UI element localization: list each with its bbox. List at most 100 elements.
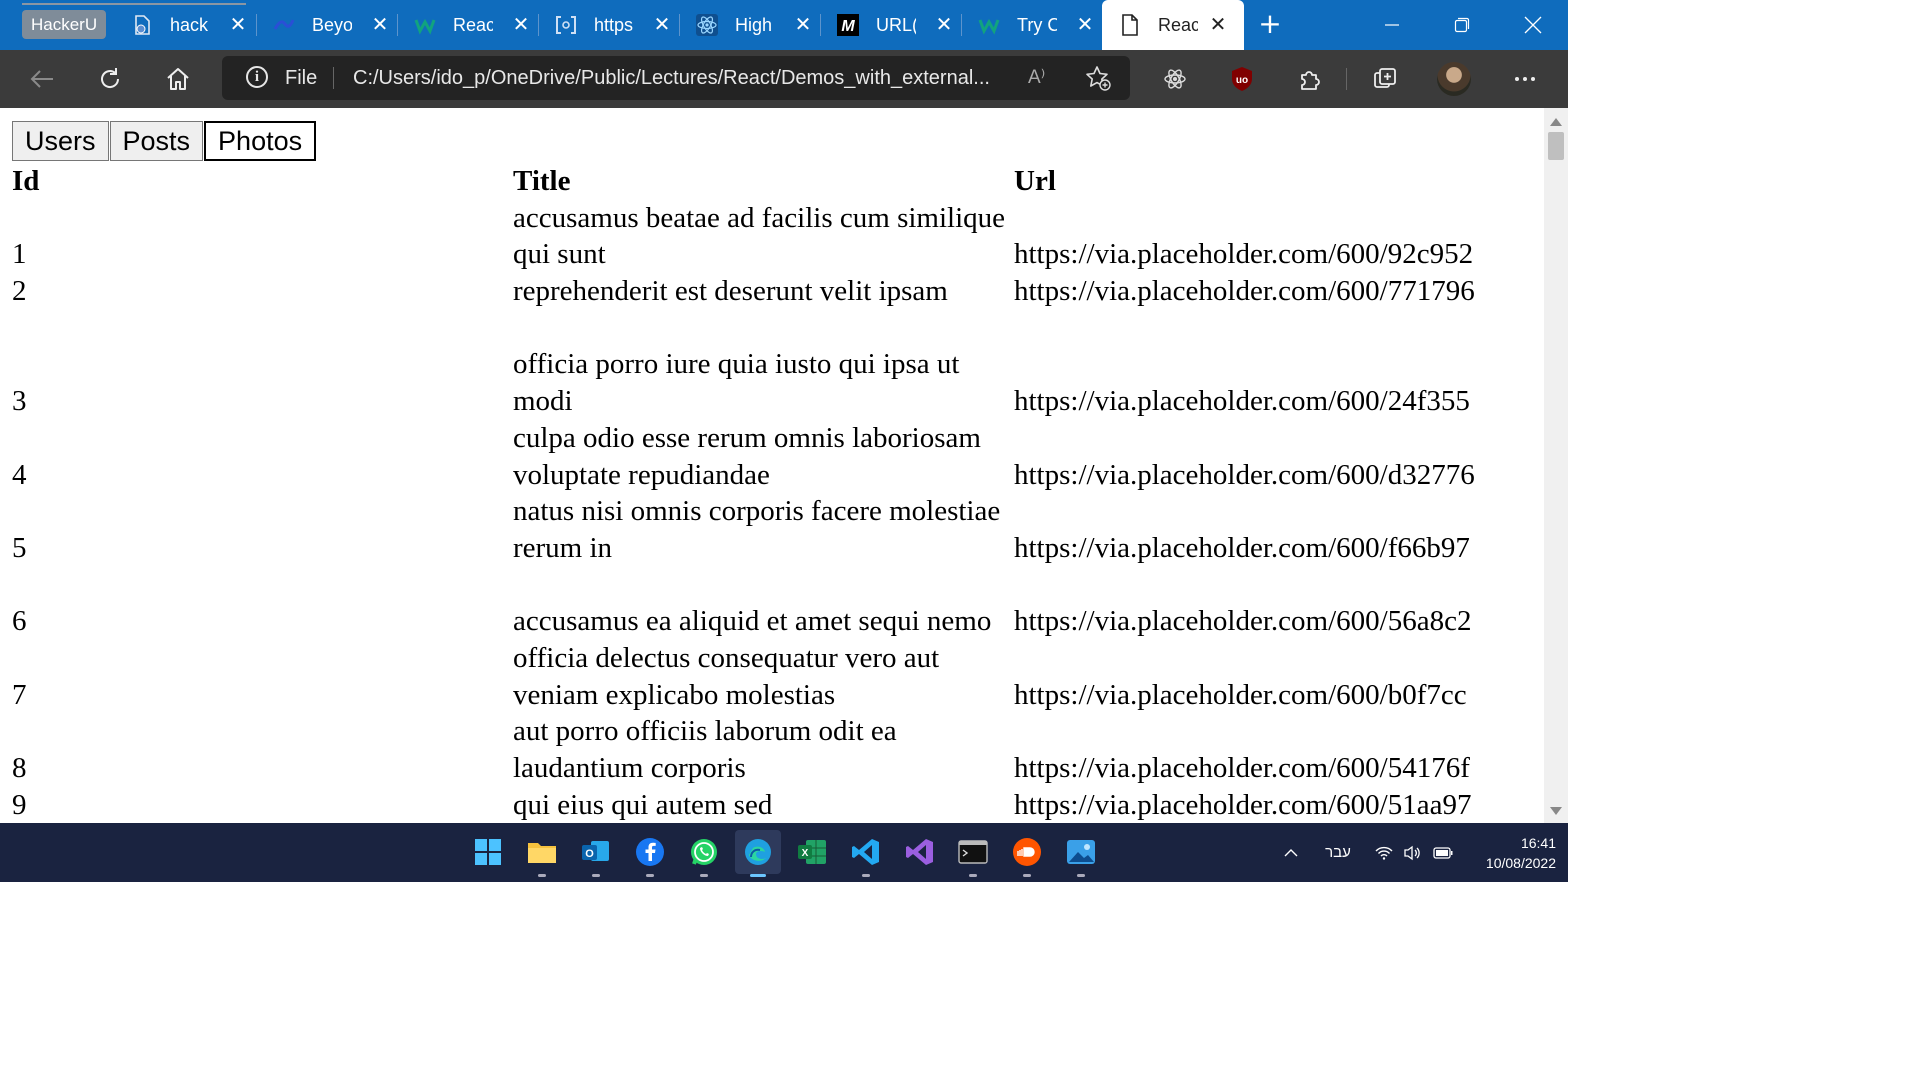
close-tab-icon[interactable]: ✕ bbox=[650, 13, 674, 37]
taskbar-outlook[interactable]: O bbox=[578, 834, 614, 870]
terminal-icon bbox=[958, 840, 988, 864]
url-text[interactable]: C:/Users/ido_p/OneDrive/Public/Lectures/… bbox=[353, 56, 1015, 100]
back-button[interactable] bbox=[18, 50, 66, 108]
table-row: 8 aut porro officiis laborum odit ea lau… bbox=[12, 713, 1532, 786]
column-header-title: Title bbox=[513, 164, 571, 197]
tab-high[interactable]: High ✕ bbox=[695, 0, 821, 50]
table-row: 6 accusamus ea aliquid et amet sequi nem… bbox=[12, 567, 1532, 640]
posts-button[interactable]: Posts bbox=[109, 121, 204, 161]
add-favorite-icon[interactable] bbox=[1084, 64, 1112, 92]
taskbar-edge[interactable] bbox=[735, 830, 781, 874]
table-row: 9 qui eius qui autem sed https://via.pla… bbox=[12, 787, 1532, 823]
row-url: https://via.placeholder.com/600/92c952 bbox=[1014, 238, 1474, 271]
chevron-up-icon bbox=[1284, 848, 1298, 856]
close-tab-icon[interactable]: ✕ bbox=[1073, 13, 1097, 37]
close-tab-icon[interactable]: ✕ bbox=[932, 13, 956, 37]
taskbar-photos[interactable] bbox=[1063, 834, 1099, 870]
new-tab-button[interactable]: + bbox=[1256, 10, 1284, 39]
close-tab-icon[interactable]: ✕ bbox=[1206, 13, 1230, 37]
more-dots-icon bbox=[1515, 77, 1535, 81]
site-info-icon[interactable]: i bbox=[246, 66, 268, 88]
tab-group-hackeru[interactable]: HackerU bbox=[22, 10, 107, 39]
row-url: https://via.placeholder.com/600/d32776 bbox=[1014, 458, 1475, 491]
close-tab-icon[interactable]: ✕ bbox=[368, 13, 392, 37]
address-bar[interactable]: i File C:/Users/ido_p/OneDrive/Public/Le… bbox=[222, 56, 1130, 100]
taskbar-visual-studio[interactable] bbox=[902, 834, 938, 870]
tab-url[interactable]: M URL( ✕ bbox=[836, 0, 962, 50]
back-arrow-icon bbox=[30, 70, 53, 88]
users-button[interactable]: Users bbox=[12, 121, 109, 161]
tab-separator bbox=[538, 14, 539, 36]
column-header-id: Id bbox=[12, 164, 40, 197]
close-tab-icon[interactable]: ✕ bbox=[509, 13, 533, 37]
close-tab-icon[interactable]: ✕ bbox=[226, 13, 250, 37]
whatsapp-icon bbox=[691, 839, 717, 865]
extensions-button[interactable] bbox=[1286, 50, 1334, 108]
photos-button[interactable]: Photos bbox=[204, 121, 317, 161]
taskbar-soundcloud[interactable] bbox=[1009, 834, 1045, 870]
tab-https[interactable]: https ✕ bbox=[554, 0, 680, 50]
battery-icon[interactable] bbox=[1430, 823, 1456, 882]
react-devtools-button[interactable] bbox=[1151, 50, 1199, 108]
system-clock[interactable]: 16:41 10/08/2022 bbox=[1460, 833, 1556, 873]
scroll-up-arrow-icon[interactable] bbox=[1550, 118, 1562, 126]
tab-reac-active[interactable]: Reac ✕ bbox=[1102, 0, 1244, 50]
taskbar-facebook[interactable] bbox=[632, 834, 668, 870]
ublock-button[interactable]: uo bbox=[1218, 50, 1266, 108]
table-row: 4 culpa odio esse rerum omnis laboriosam… bbox=[12, 420, 1532, 493]
tab-hack[interactable]: hack ✕ bbox=[130, 0, 256, 50]
row-id: 7 bbox=[12, 678, 27, 711]
tab-reac-1[interactable]: Reac ✕ bbox=[413, 0, 539, 50]
profile-button[interactable] bbox=[1430, 50, 1478, 108]
running-indicator bbox=[592, 874, 600, 877]
close-tab-icon[interactable]: ✕ bbox=[791, 13, 815, 37]
input-language[interactable]: עבר bbox=[1314, 823, 1362, 882]
scroll-down-arrow-icon[interactable] bbox=[1550, 807, 1562, 815]
m-icon: M bbox=[836, 13, 860, 37]
nav-buttons: Users Posts Photos bbox=[12, 121, 317, 161]
protocol-label: File bbox=[285, 67, 318, 89]
tab-separator bbox=[397, 14, 398, 36]
wifi-icon[interactable] bbox=[1372, 823, 1396, 882]
row-id: 2 bbox=[12, 275, 27, 308]
row-url: https://via.placeholder.com/600/54176f bbox=[1014, 752, 1470, 785]
row-id: 8 bbox=[12, 752, 27, 785]
settings-more-button[interactable] bbox=[1501, 50, 1549, 108]
taskbar-vscode[interactable] bbox=[848, 834, 884, 870]
row-title: reprehenderit est deserunt velit ipsam bbox=[513, 275, 948, 308]
taskbar-terminal[interactable] bbox=[955, 834, 991, 870]
windows-start-icon bbox=[475, 839, 501, 865]
collections-button[interactable] bbox=[1361, 50, 1409, 108]
show-hidden-icons-button[interactable] bbox=[1276, 823, 1306, 882]
bracket-icon bbox=[554, 13, 578, 37]
restore-icon bbox=[1454, 17, 1470, 33]
restore-button[interactable] bbox=[1427, 0, 1497, 50]
avatar bbox=[1437, 62, 1471, 96]
refresh-button[interactable] bbox=[86, 50, 134, 108]
tab-separator bbox=[256, 14, 257, 36]
minimize-icon bbox=[1385, 24, 1399, 26]
taskbar-whatsapp[interactable] bbox=[686, 834, 722, 870]
running-indicator bbox=[969, 874, 977, 877]
svg-text:M: M bbox=[841, 18, 855, 35]
home-button[interactable] bbox=[154, 50, 202, 108]
taskbar-file-explorer[interactable] bbox=[524, 834, 560, 870]
read-aloud-icon[interactable]: A⁾ bbox=[1028, 56, 1045, 100]
row-title: natus nisi omnis corporis facere molesti… bbox=[513, 495, 1001, 564]
scrollbar-thumb[interactable] bbox=[1548, 132, 1564, 160]
vertical-scrollbar[interactable] bbox=[1544, 108, 1568, 823]
start-button[interactable] bbox=[470, 834, 506, 870]
tab-separator bbox=[961, 14, 962, 36]
taskbar-excel[interactable]: X bbox=[794, 834, 830, 870]
tab-try[interactable]: Try C ✕ bbox=[977, 0, 1103, 50]
tab-beyo[interactable]: Beyo ✕ bbox=[272, 0, 398, 50]
collections-icon bbox=[1374, 68, 1396, 88]
home-icon bbox=[167, 68, 189, 90]
close-window-button[interactable] bbox=[1498, 0, 1568, 50]
row-title: officia delectus consequatur vero aut ve… bbox=[513, 642, 940, 711]
row-title: culpa odio esse rerum omnis laboriosam v… bbox=[513, 421, 981, 491]
w-icon bbox=[977, 13, 1001, 37]
row-url: https://via.placeholder.com/600/24f355 bbox=[1014, 385, 1470, 418]
volume-icon[interactable] bbox=[1400, 823, 1424, 882]
minimize-button[interactable] bbox=[1357, 0, 1427, 50]
